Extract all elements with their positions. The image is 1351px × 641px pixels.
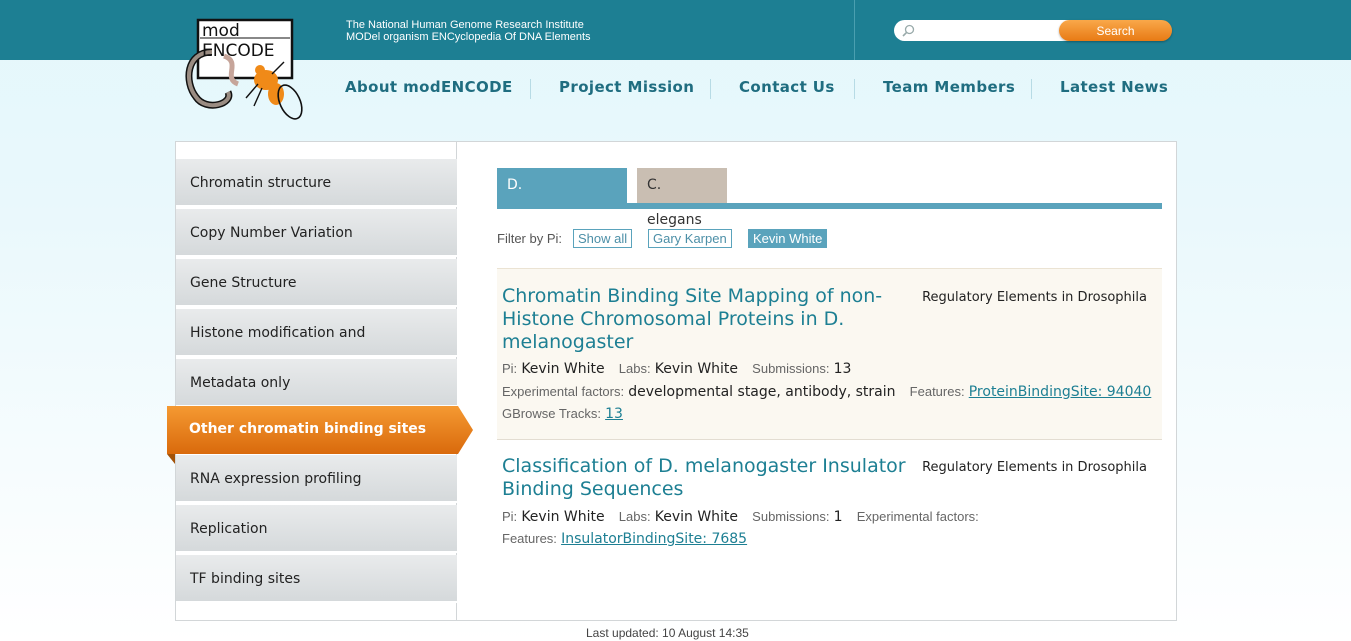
sidebar-item-gene-structure[interactable]: Gene Structure	[176, 259, 457, 307]
tab-underline	[497, 203, 1162, 209]
result-meta-row: Pi: Kevin White Labs: Kevin White Submis…	[502, 509, 989, 525]
sidebar-item-metadata-only[interactable]: Metadata only	[176, 359, 457, 407]
filter-kevin-white[interactable]: Kevin White	[748, 229, 828, 248]
labs-value: Kevin White	[654, 361, 739, 377]
pi-value: Kevin White	[521, 509, 605, 525]
filter-show-all[interactable]: Show all	[573, 229, 633, 248]
logo-text-encode: ENCODE	[202, 41, 275, 61]
result-item: Classification of D. melanogaster Insula…	[497, 441, 1162, 561]
sidebar-item-chromatin-structure[interactable]: Chromatin structure	[176, 159, 457, 207]
nav-separator	[854, 79, 855, 99]
tagline-line-2: MODel organism ENCyclopedia Of DNA Eleme…	[346, 31, 591, 43]
labs-label: Labs:	[618, 509, 651, 524]
filter-label: Filter by Pi:	[497, 231, 563, 246]
result-item: Chromatin Binding Site Mapping of non-Hi…	[497, 268, 1162, 440]
search-input[interactable]	[918, 21, 1068, 43]
logo-text-mod: mod	[202, 21, 240, 41]
sidebar-item-replication[interactable]: Replication	[176, 505, 457, 553]
pi-value: Kevin White	[521, 361, 605, 377]
sidebar-item-other-chromatin-label[interactable]: Other chromatin binding sites	[189, 421, 426, 437]
result-category: Regulatory Elements in Drosophila	[922, 460, 1147, 475]
search-field[interactable]	[894, 20, 1074, 43]
result-title[interactable]: Classification of D. melanogaster Insula…	[502, 455, 922, 501]
nav-about[interactable]: About modENCODE	[345, 78, 513, 96]
labs-value: Kevin White	[654, 509, 739, 525]
tab-c-elegans[interactable]: C. elegans	[637, 168, 727, 228]
pi-label: Pi:	[502, 361, 518, 376]
nav-team-members[interactable]: Team Members	[883, 78, 1015, 96]
features-label: Features:	[909, 384, 965, 399]
nav-separator	[1031, 79, 1032, 99]
labs-label: Labs:	[618, 361, 651, 376]
features-label: Features:	[502, 531, 557, 546]
submissions-value: 1	[833, 509, 843, 525]
sidebar-item-copy-number-variation[interactable]: Copy Number Variation	[176, 209, 457, 257]
factors-label: Experimental factors:	[502, 384, 625, 399]
nav-separator	[530, 79, 531, 99]
last-updated: Last updated: 10 August 14:35	[586, 626, 749, 640]
nav-separator	[710, 79, 711, 99]
result-meta-row: Experimental factors: developmental stag…	[502, 384, 1151, 400]
result-meta-row: Features: InsulatorBindingSite: 7685	[502, 531, 747, 547]
submissions-label: Submissions:	[752, 509, 830, 524]
factors-value: developmental stage, antibody, strain	[628, 384, 896, 400]
result-title[interactable]: Chromatin Binding Site Mapping of non-Hi…	[502, 285, 902, 354]
header-divider	[854, 0, 855, 60]
pi-label: Pi:	[502, 509, 518, 524]
modencode-logo[interactable]: mod ENCODE	[182, 12, 308, 124]
features-link[interactable]: ProteinBindingSite: 94040	[969, 384, 1152, 400]
features-link[interactable]: InsulatorBindingSite: 7685	[561, 531, 747, 547]
logo-graphic: mod ENCODE	[185, 18, 303, 120]
gbrowse-label: GBrowse Tracks:	[502, 406, 601, 421]
gbrowse-link[interactable]: 13	[605, 406, 623, 422]
sidebar-item-tf-binding-sites[interactable]: TF binding sites	[176, 555, 457, 603]
nav-contact-us[interactable]: Contact Us	[739, 78, 835, 96]
nav-project-mission[interactable]: Project Mission	[559, 78, 694, 96]
tagline-line-1: The National Human Genome Research Insti…	[346, 19, 584, 31]
search-button[interactable]: Search	[1059, 20, 1172, 41]
filter-gary-karpen[interactable]: Gary Karpen	[648, 229, 732, 248]
sidebar-item-histone-modification[interactable]: Histone modification and replacement	[176, 309, 457, 389]
result-meta-row: Pi: Kevin White Labs: Kevin White Submis…	[502, 361, 861, 377]
result-meta-row: GBrowse Tracks: 13	[502, 406, 623, 422]
factors-label: Experimental factors:	[856, 509, 979, 524]
search-icon	[902, 24, 915, 37]
nav-latest-news[interactable]: Latest News	[1060, 78, 1168, 96]
category-sidebar: Chromatin structure Copy Number Variatio…	[176, 142, 457, 620]
submissions-value: 13	[833, 361, 852, 377]
submissions-label: Submissions:	[752, 361, 830, 376]
result-category: Regulatory Elements in Drosophila	[922, 290, 1147, 305]
tab-d-melanogaster[interactable]: D. melanogaster	[497, 168, 627, 228]
